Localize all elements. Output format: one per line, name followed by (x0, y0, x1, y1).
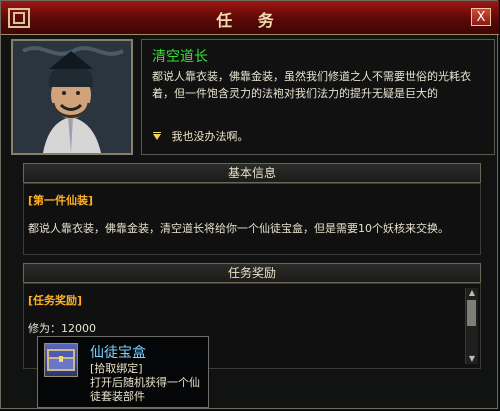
npc-dialog-text: 都说人靠衣装，佛靠金装，虽然我们修道之人不需要世俗的光耗衣着，但一件饱含灵力的法… (152, 70, 471, 100)
close-icon: X (476, 10, 486, 25)
scroll-up-icon[interactable]: ▲ (466, 288, 478, 298)
treasure-box-icon (44, 343, 78, 377)
basic-info-header: 基本信息 (23, 163, 481, 183)
scroll-thumb[interactable] (467, 300, 476, 326)
dialog-option[interactable]: 我也没办法啊。 (152, 128, 249, 144)
item-bind-status: [拾取绑定] (90, 362, 143, 375)
item-description: 打开后随机获得一个仙徒套装部件 (90, 376, 200, 403)
reward-xiuwei: 修为：12000 (28, 322, 96, 335)
item-name: 仙徒宝盒 (90, 345, 146, 361)
reward-section-title: [任务奖励] (28, 294, 83, 307)
basic-info-panel: [第一件仙装] 都说人靠衣装，佛靠金装，清空道长将给你一个仙徒宝盒，但是需要10… (23, 183, 481, 255)
dialog-option-label: 我也没办法啊。 (171, 130, 249, 143)
quest-description: 都说人靠衣装，佛靠金装，清空道长将给你一个仙徒宝盒，但是需要10个妖核来交换。 (28, 222, 449, 235)
npc-dialog: 清空道长 都说人靠衣装，佛靠金装，虽然我们修道之人不需要世俗的光耗衣着，但一件饱… (141, 39, 495, 155)
scroll-down-icon[interactable]: ▼ (466, 354, 478, 364)
npc-portrait (11, 39, 133, 155)
npc-portrait-image (13, 41, 131, 153)
npc-name: 清空道长 (152, 49, 208, 65)
window-title: 任 务 (216, 11, 284, 30)
item-tooltip: 仙徒宝盒 [拾取绑定] 打开后随机获得一个仙徒套装部件 (37, 336, 209, 408)
option-arrow-icon (153, 132, 161, 140)
close-button[interactable]: X (471, 8, 491, 26)
title-bar[interactable]: 任 务 X (1, 1, 499, 35)
reward-scrollbar[interactable]: ▲ ▼ (465, 288, 478, 364)
quest-window: 任 务 X 清空道长 都说人靠衣装，佛靠金装，虽然我们修道之人不需要世俗的光耗衣… (0, 0, 499, 409)
quest-section-title: [第一件仙装] (28, 194, 94, 207)
reward-header: 任务奖励 (23, 263, 481, 283)
